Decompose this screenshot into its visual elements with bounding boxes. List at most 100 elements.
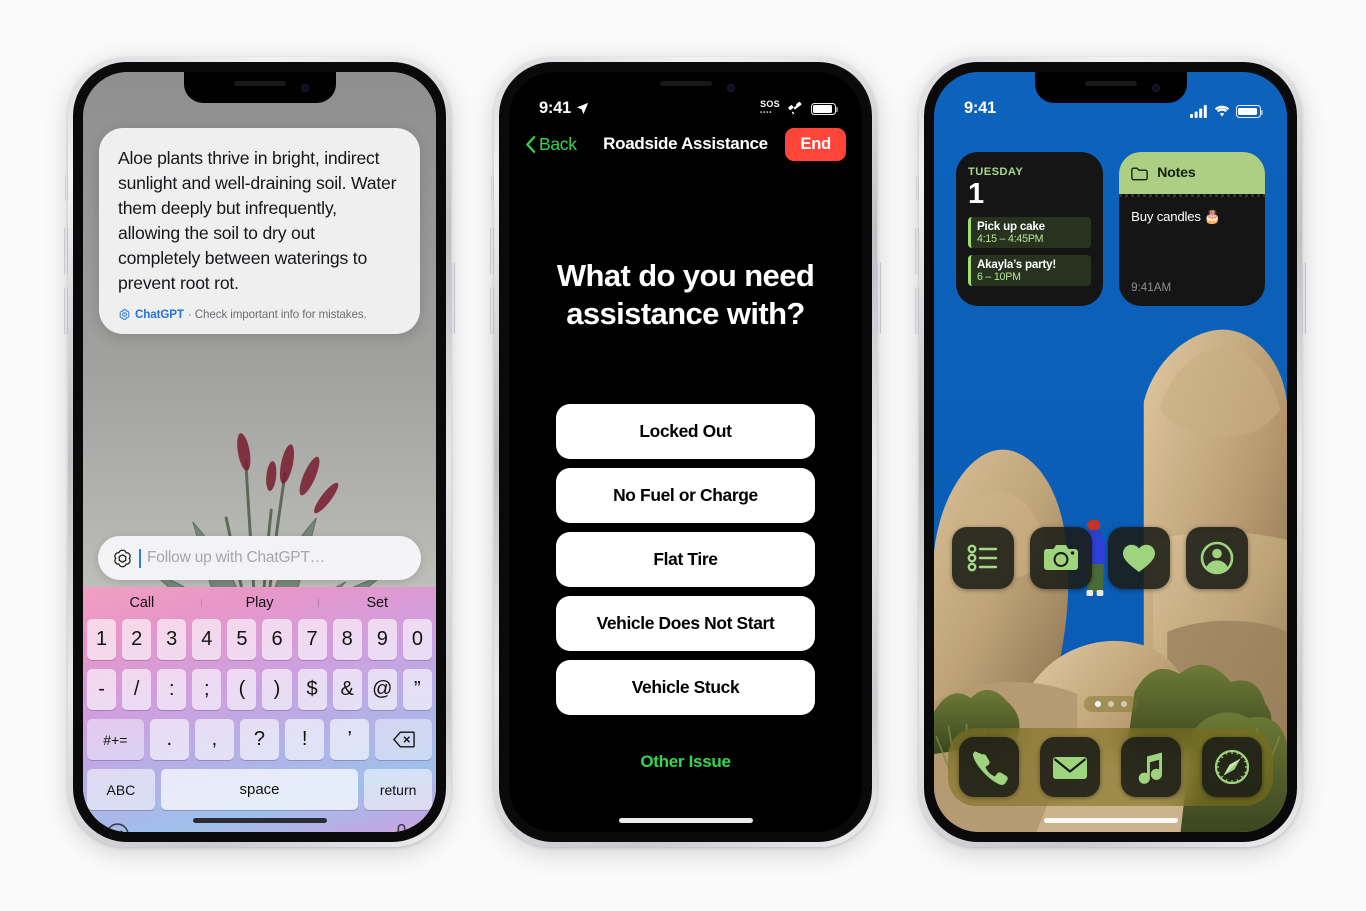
dock-icon-phone[interactable]: [958, 737, 1019, 797]
display-notch: [183, 72, 336, 103]
key-question[interactable]: ?: [239, 719, 280, 760]
clock-time: 9:41: [539, 99, 571, 117]
calendar-event-time: 4:15 – 4:45PM: [977, 233, 1044, 245]
key-ampersand[interactable]: &: [332, 669, 362, 710]
suggestion-0[interactable]: Call: [83, 595, 201, 611]
calendar-event[interactable]: Akayla’s party! 6 – 10PM: [968, 255, 1092, 286]
back-button[interactable]: Back: [525, 134, 577, 155]
dock-icon-safari[interactable]: [1202, 737, 1263, 797]
key-period[interactable]: .: [149, 719, 189, 760]
key-3[interactable]: 3: [157, 619, 187, 660]
keyboard-row-bottom: ABC space return: [83, 769, 436, 810]
option-vehicle-does-not-start[interactable]: Vehicle Does Not Start: [556, 596, 815, 651]
microphone-icon[interactable]: [389, 822, 414, 832]
openai-logo-icon: [112, 548, 133, 569]
key-comma[interactable]: ,: [194, 719, 234, 760]
key-quote[interactable]: ”: [402, 669, 432, 710]
chatgpt-disclaimer-text: · Check important info for mistakes.: [187, 308, 367, 321]
power-button[interactable]: [877, 262, 881, 334]
key-at[interactable]: @: [367, 669, 397, 710]
mute-switch[interactable]: [491, 175, 494, 201]
key-paren-open[interactable]: (: [227, 669, 257, 710]
key-7[interactable]: 7: [297, 619, 327, 660]
mute-switch[interactable]: [916, 175, 919, 201]
app-grid-row: [952, 527, 1269, 589]
option-locked-out[interactable]: Locked Out: [556, 404, 815, 459]
key-symbols-toggle[interactable]: #+=: [87, 719, 144, 760]
calendar-widget[interactable]: TUESDAY 1 Pick up cake 4:15 – 4:45PM Aka…: [956, 152, 1104, 306]
openai-logo-icon: [118, 308, 131, 321]
power-button[interactable]: [451, 262, 455, 334]
home-indicator: [618, 818, 753, 823]
volume-up-button[interactable]: [490, 227, 494, 275]
volume-up-button[interactable]: [915, 227, 919, 275]
battery-icon: [811, 102, 839, 116]
key-2[interactable]: 2: [122, 619, 152, 660]
key-abc[interactable]: ABC: [87, 769, 155, 810]
volume-up-button[interactable]: [64, 227, 68, 275]
suggestion-2[interactable]: Set: [318, 595, 436, 611]
key-9[interactable]: 9: [367, 619, 397, 660]
mail-icon: [1052, 757, 1087, 779]
key-5[interactable]: 5: [227, 619, 257, 660]
volume-down-button[interactable]: [490, 287, 494, 335]
key-space[interactable]: space: [160, 769, 359, 810]
key-paren-close[interactable]: ): [262, 669, 292, 710]
app-icon-contacts[interactable]: [1186, 527, 1248, 589]
app-icon-health[interactable]: [1108, 527, 1170, 589]
other-issue-button[interactable]: Other Issue: [509, 752, 862, 772]
music-icon: [1138, 752, 1163, 784]
option-vehicle-stuck[interactable]: Vehicle Stuck: [556, 660, 815, 715]
chatgpt-followup-input[interactable]: Follow up with ChatGPT…: [98, 536, 421, 580]
app-icon-camera[interactable]: [1030, 527, 1092, 589]
notes-widget[interactable]: Notes Buy candles 🎂 9:41AM: [1119, 152, 1265, 306]
phone-screen-left: Aloe plants thrive in bright, indirect s…: [83, 72, 436, 832]
volume-down-button[interactable]: [915, 287, 919, 335]
option-no-fuel-or-charge[interactable]: No Fuel or Charge: [556, 468, 815, 523]
key-8[interactable]: 8: [332, 619, 362, 660]
key-backspace[interactable]: [375, 719, 432, 760]
text-cursor: [139, 548, 141, 568]
key-return[interactable]: return: [364, 769, 433, 810]
wifi-icon: [1214, 105, 1230, 117]
chatgpt-response-bubble: Aloe plants thrive in bright, indirect s…: [99, 128, 420, 334]
page-dot: [1107, 701, 1114, 707]
key-exclamation[interactable]: !: [285, 719, 325, 760]
dock-icon-mail[interactable]: [1039, 737, 1100, 797]
battery-icon: [1236, 105, 1264, 118]
calendar-event[interactable]: Pick up cake 4:15 – 4:45PM: [968, 217, 1092, 248]
emoji-icon[interactable]: [105, 822, 130, 832]
key-slash[interactable]: /: [122, 669, 152, 710]
key-apostrophe[interactable]: ’: [330, 719, 370, 760]
key-hyphen[interactable]: -: [87, 669, 117, 710]
status-bar-right: [1190, 105, 1264, 118]
suggestion-1[interactable]: Play: [200, 595, 319, 611]
power-button[interactable]: [1302, 262, 1306, 334]
keyboard-row-punctuation: #+= . , ? ! ’: [83, 719, 436, 760]
status-bar: 9:41: [934, 72, 1287, 120]
key-colon[interactable]: :: [157, 669, 187, 710]
key-dollar[interactable]: $: [297, 669, 327, 710]
key-1[interactable]: 1: [87, 619, 117, 660]
option-flat-tire[interactable]: Flat Tire: [556, 532, 815, 587]
end-call-button[interactable]: End: [785, 127, 846, 161]
notes-widget-title: Notes: [1157, 165, 1196, 181]
keyboard-suggestion-bar: Call Play Set: [83, 587, 436, 619]
mute-switch[interactable]: [65, 175, 68, 201]
key-semicolon[interactable]: ;: [192, 669, 222, 710]
clock-time: 9:41: [964, 99, 996, 117]
phone-device-right: 9:41 TUESDAY 1 Pick up cake 4:15 – 4:45P…: [915, 57, 1306, 847]
dock: [948, 728, 1273, 806]
dock-icon-music[interactable]: [1121, 737, 1182, 797]
on-screen-keyboard: Call Play Set 1 2 3 4 5 6 7 8 9 0 - /: …: [83, 587, 436, 832]
cellular-signal-icon: [1190, 105, 1207, 118]
key-0[interactable]: 0: [402, 619, 432, 660]
page-indicator-dots[interactable]: [1083, 696, 1138, 712]
key-4[interactable]: 4: [192, 619, 222, 660]
volume-down-button[interactable]: [64, 287, 68, 335]
compass-icon: [1215, 749, 1250, 785]
notes-widget-body: Buy candles 🎂 9:41AM: [1119, 194, 1265, 306]
key-6[interactable]: 6: [262, 619, 292, 660]
contacts-icon: [1200, 541, 1234, 575]
app-icon-reminders[interactable]: [952, 527, 1014, 589]
